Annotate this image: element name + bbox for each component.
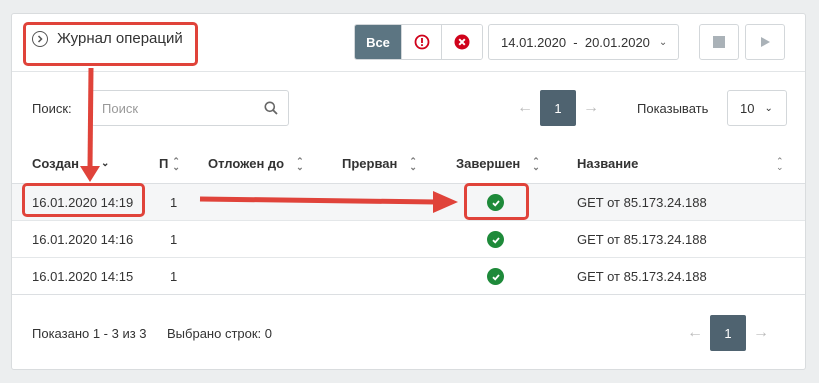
cell-created: 16.01.2020 14:15 (32, 269, 134, 284)
page-size-label: Показывать (637, 101, 709, 116)
sort-icon[interactable]: ⌃ ⌄ (776, 157, 784, 172)
top-pagination: ← 1 → (510, 90, 606, 126)
error-circle-icon (454, 34, 470, 50)
table-row[interactable]: 16.01.2020 14:15 1 GET от 85.173.24.188 (12, 258, 805, 295)
page-size-select[interactable]: 10 ⌄ (727, 90, 787, 126)
search-box (91, 90, 289, 126)
column-header-p[interactable]: П ⌃ ⌄ (159, 156, 180, 171)
column-header-name[interactable]: Название (577, 156, 638, 171)
cell-created: 16.01.2020 14:16 (32, 232, 134, 247)
annotation-highlight-completed (464, 183, 529, 220)
filter-all-button[interactable]: Все (355, 25, 402, 59)
page-button-current[interactable]: 1 (540, 90, 576, 126)
status-filter-group: Все (354, 24, 483, 60)
cell-p: 1 (170, 195, 178, 210)
sort-icon: ⌃ ⌄ (532, 155, 540, 172)
page-button-current[interactable]: 1 (710, 315, 746, 351)
column-header-label: Завершен (456, 156, 521, 171)
table-toolbar: Поиск: ← 1 → Показывать 10 ⌄ (12, 89, 805, 129)
rows-shown-text: Показано 1 - 3 из 3 (32, 326, 147, 341)
cell-p: 1 (170, 269, 178, 284)
stop-button[interactable] (699, 24, 739, 60)
column-header-created[interactable]: Создан ⌄ (32, 156, 109, 171)
search-label: Поиск: (32, 101, 72, 116)
date-range-select[interactable]: 14.01.2020 - 20.01.2020 ⌄ (488, 24, 679, 60)
check-circle-icon (487, 268, 504, 285)
prev-page-arrow-icon[interactable]: ← (680, 324, 710, 342)
cell-name: GET от 85.173.24.188 (577, 195, 707, 210)
cell-name: GET от 85.173.24.188 (577, 269, 707, 284)
column-header-completed[interactable]: Завершен ⌃ ⌄ (456, 156, 540, 171)
column-header-label: Отложен до (208, 156, 285, 171)
date-range-value: 14.01.2020 - 20.01.2020 (501, 34, 650, 50)
play-button[interactable] (745, 24, 785, 60)
table-footer: Показано 1 - 3 из 3 Выбрано строк: 0 ← 1… (12, 294, 805, 370)
column-header-deferred[interactable]: Отложен до ⌃ ⌄ (208, 156, 304, 171)
column-header-label: Название (577, 156, 639, 171)
operations-table: Создан ⌄ П ⌃ ⌄ Отложен до ⌃ ⌄ Прерван ⌃ ⌄ З… (12, 146, 805, 295)
search-input[interactable] (92, 91, 252, 125)
annotation-highlight-created (22, 183, 145, 217)
stop-icon (713, 36, 725, 48)
page-size-value: 10 (740, 100, 755, 116)
next-page-arrow-icon[interactable]: → (576, 99, 606, 117)
bottom-pagination: ← 1 → (680, 315, 776, 351)
sort-desc-icon: ⌄ (100, 158, 110, 169)
filter-error-button[interactable] (442, 25, 482, 59)
table-row[interactable]: 16.01.2020 14:16 1 GET от 85.173.24.188 (12, 221, 805, 258)
filter-warning-button[interactable] (402, 25, 442, 59)
column-header-label: Прерван (342, 156, 398, 171)
cell-name: GET от 85.173.24.188 (577, 232, 707, 247)
rows-selected-text: Выбрано строк: 0 (167, 326, 272, 341)
table-header: Создан ⌄ П ⌃ ⌄ Отложен до ⌃ ⌄ Прерван ⌃ ⌄ З… (12, 146, 805, 184)
play-icon (761, 37, 770, 47)
check-circle-icon (487, 231, 504, 248)
chevron-down-icon: ⌄ (764, 102, 773, 114)
search-icon[interactable] (264, 101, 278, 115)
annotation-highlight-title (23, 22, 198, 66)
column-header-aborted[interactable]: Прерван ⌃ ⌄ (342, 156, 417, 171)
prev-page-arrow-icon[interactable]: ← (510, 99, 540, 117)
cell-p: 1 (170, 232, 178, 247)
sort-icon: ⌃ ⌄ (409, 155, 417, 172)
sort-icon: ⌃ ⌄ (172, 155, 180, 172)
column-header-label: П (159, 156, 169, 171)
column-header-label: Создан (32, 156, 79, 171)
chevron-down-icon: ⌄ (658, 36, 668, 48)
next-page-arrow-icon[interactable]: → (746, 324, 776, 342)
sort-icon: ⌃ ⌄ (296, 155, 304, 172)
warning-circle-icon (414, 34, 429, 50)
